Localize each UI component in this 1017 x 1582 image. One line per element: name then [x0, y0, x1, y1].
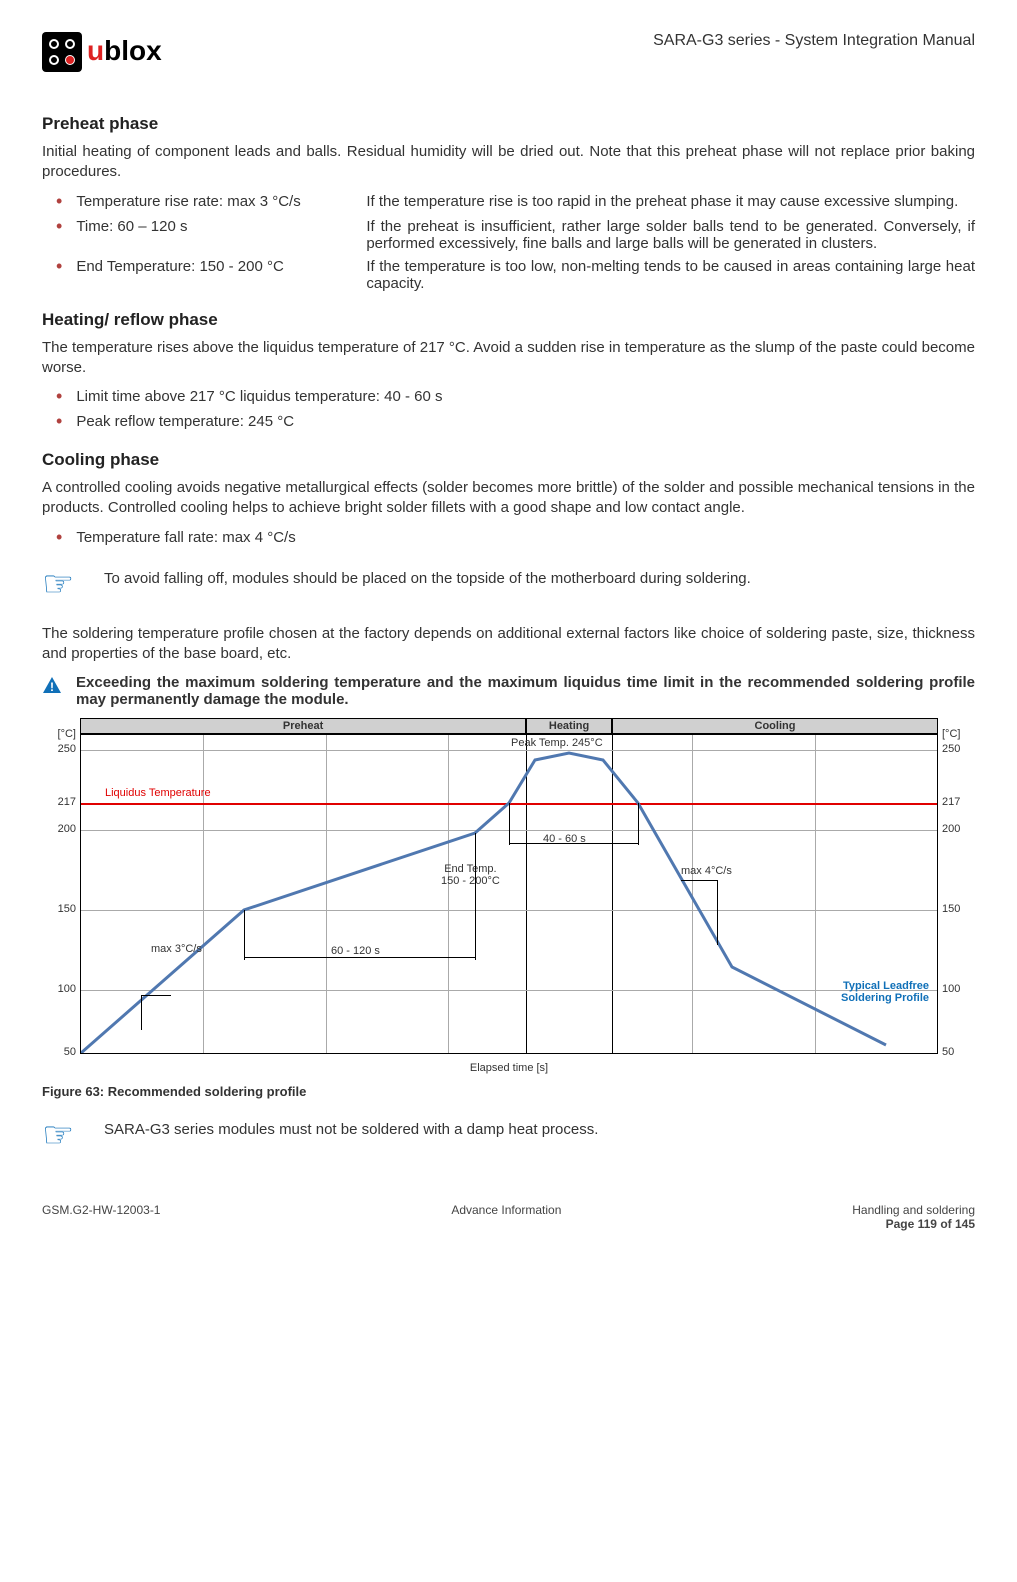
phase-heating: Heating [526, 718, 612, 734]
ytick-200-l: 200 [58, 823, 76, 835]
ytick-250-r: 250 [942, 743, 960, 755]
hand-pointer-icon: ☞ [42, 566, 82, 602]
hand-pointer-icon: ☞ [42, 1117, 82, 1153]
note-damp-heat-text: SARA-G3 series modules must not be solde… [104, 1121, 598, 1138]
yaxis-unit-left: [°C] [58, 728, 76, 740]
ytick-217-r: 217 [942, 796, 960, 808]
ytick-217-l: 217 [58, 796, 76, 808]
profile-curve-icon [81, 735, 937, 1053]
rise-rate-label: max 3°C/s [151, 943, 202, 955]
heating-bullet-2: Peak reflow temperature: 245 °C [42, 413, 975, 432]
preheat-b1-right: If the temperature rise is too rapid in … [366, 193, 958, 212]
preheat-b2-right: If the preheat is insufficient, rather l… [366, 218, 975, 252]
preheat-bullet-1: Temperature rise rate: max 3 °C/s If the… [42, 193, 975, 212]
footer-left: GSM.G2-HW-12003-1 [42, 1203, 160, 1231]
preheat-bullet-3: End Temperature: 150 - 200 °C If the tem… [42, 258, 975, 292]
phase-preheat: Preheat [80, 718, 526, 734]
heating-heading: Heating/ reflow phase [42, 310, 975, 330]
preheat-b3-right: If the temperature is too low, non-melti… [366, 258, 975, 292]
warning-damage: ! Exceeding the maximum soldering temper… [42, 674, 975, 708]
ytick-150-r: 150 [942, 903, 960, 915]
phase-bar: Preheat Heating Cooling [80, 718, 938, 734]
ytick-200-r: 200 [942, 823, 960, 835]
ytick-150-l: 150 [58, 903, 76, 915]
svg-text:!: ! [50, 680, 54, 694]
solder-profile-figure: Preheat Heating Cooling [°C] 250 217 200… [42, 718, 975, 1074]
doc-title: SARA-G3 series - System Integration Manu… [653, 32, 975, 50]
page-footer: GSM.G2-HW-12003-1 Advance Information Ha… [42, 1203, 975, 1231]
ytick-250-l: 250 [58, 743, 76, 755]
preheat-bullet-2: Time: 60 – 120 s If the preheat is insuf… [42, 218, 975, 252]
warning-triangle-icon: ! [42, 676, 62, 698]
note-topside: ☞ To avoid falling off, modules should b… [42, 570, 975, 602]
phase-cooling: Cooling [612, 718, 938, 734]
heating-duration-label: 40 - 60 s [543, 833, 586, 845]
preheat-b1-left: Temperature rise rate: max 3 °C/s [76, 193, 336, 212]
y-axis-left: [°C] 250 217 200 150 100 50 [42, 734, 80, 1054]
fall-rate-label: max 4°C/s [681, 865, 732, 877]
ublox-logo-icon: ublox [42, 30, 172, 74]
page: ublox SARA-G3 series - System Integratio… [0, 0, 1017, 1261]
solder-profile-chart: Preheat Heating Cooling [°C] 250 217 200… [42, 718, 976, 1074]
brand-logo: ublox [42, 30, 172, 74]
cooling-heading: Cooling phase [42, 450, 975, 470]
ytick-50-l: 50 [64, 1046, 76, 1058]
preheat-intro: Initial heating of component leads and b… [42, 142, 975, 183]
heating-intro: The temperature rises above the liquidus… [42, 338, 975, 379]
cooling-intro: A controlled cooling avoids negative met… [42, 478, 975, 519]
ytick-100-r: 100 [942, 983, 960, 995]
heating-bullet-1: Limit time above 217 °C liquidus tempera… [42, 388, 975, 407]
ytick-100-l: 100 [58, 983, 76, 995]
yaxis-unit-right: [°C] [942, 728, 960, 740]
profile-paragraph: The soldering temperature profile chosen… [42, 624, 975, 665]
peak-temp-label: Peak Temp. 245°C [511, 737, 603, 749]
note-damp-heat: ☞ SARA-G3 series modules must not be sol… [42, 1121, 975, 1153]
x-axis-label: Elapsed time [s] [42, 1062, 976, 1074]
preheat-b2-left: Time: 60 – 120 s [76, 218, 336, 252]
cooling-bullet-1: Temperature fall rate: max 4 °C/s [42, 529, 975, 548]
footer-center: Advance Information [451, 1203, 561, 1231]
end-temp-label: End Temp. 150 - 200°C [441, 863, 500, 887]
preheat-b3-left: End Temperature: 150 - 200 °C [76, 258, 336, 292]
plot-area: Liquidus Temperature Peak Temp. 245°C 40… [80, 734, 938, 1054]
y-axis-right: [°C] 250 217 200 150 100 50 [938, 734, 976, 1054]
ytick-50-r: 50 [942, 1046, 954, 1058]
profile-legend: Typical Leadfree Soldering Profile [841, 980, 929, 1004]
svg-text:ublox: ublox [87, 35, 162, 66]
figure-caption: Figure 63: Recommended soldering profile [42, 1084, 975, 1099]
preheat-duration-label: 60 - 120 s [331, 945, 380, 957]
note-topside-text: To avoid falling off, modules should be … [104, 570, 751, 587]
footer-right: Handling and soldering Page 119 of 145 [852, 1203, 975, 1231]
page-header: ublox SARA-G3 series - System Integratio… [42, 30, 975, 74]
warning-text: Exceeding the maximum soldering temperat… [76, 674, 975, 708]
preheat-heading: Preheat phase [42, 114, 975, 134]
